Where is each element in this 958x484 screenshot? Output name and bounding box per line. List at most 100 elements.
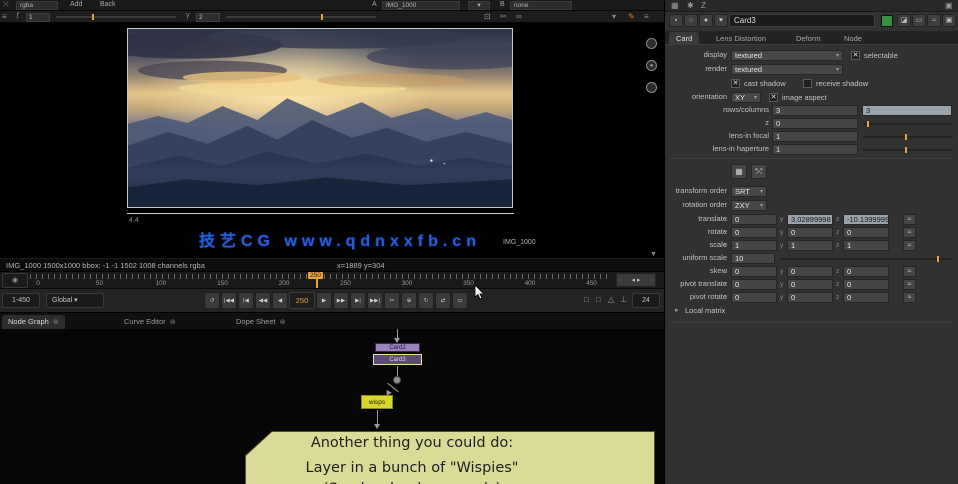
- lens-in-focal-field[interactable]: 1: [772, 131, 858, 142]
- tab-lens-distortion[interactable]: Lens Distortion: [709, 32, 773, 45]
- pivot-translate-animation-curve-icon[interactable]: ≈: [903, 279, 916, 290]
- playback-lock-icon[interactable]: △: [608, 295, 614, 304]
- transform-jack-icon[interactable]: ▦: [731, 164, 747, 179]
- translate-x-field[interactable]: 0: [731, 214, 777, 225]
- transport-button-fwd-8[interactable]: ▭: [452, 292, 468, 309]
- scale-z-field[interactable]: 1: [843, 240, 889, 251]
- skew-animation-curve-icon[interactable]: ≈: [903, 266, 916, 277]
- tab-dope-sheet[interactable]: Dope Sheet⊗: [230, 315, 292, 330]
- scale-y-field[interactable]: 1: [787, 240, 833, 251]
- gain-value-field[interactable]: 1: [26, 13, 50, 22]
- transform-axis-icon[interactable]: ⤲: [751, 164, 767, 179]
- node-center-button[interactable]: ♥: [714, 14, 728, 27]
- stereo-right-icon[interactable]: □: [596, 295, 601, 304]
- node-float-icon[interactable]: ▣: [942, 14, 956, 27]
- transport-button-fwd-3[interactable]: ▶▶|: [367, 292, 383, 309]
- rows-field[interactable]: 3: [772, 105, 858, 116]
- menu-icon[interactable]: ≡: [2, 12, 7, 21]
- tab-close-icon[interactable]: ⊗: [280, 319, 286, 326]
- pivot-rotate-y-field[interactable]: 0: [787, 292, 833, 303]
- layer-dropdown[interactable]: rgba: [16, 1, 58, 10]
- transport-button-fwd-2[interactable]: ▶|: [350, 292, 366, 309]
- b-input-dropdown[interactable]: none: [510, 1, 572, 10]
- rotate-x-field[interactable]: 0: [731, 227, 777, 238]
- orientation-dropdown[interactable]: XY▾: [731, 92, 761, 103]
- chevron-down-icon[interactable]: ▾: [612, 12, 616, 21]
- wipe-icon[interactable]: ✂: [500, 12, 507, 21]
- range-mode-dropdown[interactable]: Global ▾: [46, 293, 104, 308]
- node-dot[interactable]: [393, 376, 401, 384]
- transport-button-fwd-6[interactable]: ↻: [418, 292, 434, 309]
- tab-deform[interactable]: Deform: [789, 32, 828, 45]
- viewer-gain-wheel-icon[interactable]: [646, 38, 657, 49]
- columns-field[interactable]: 3: [862, 105, 952, 116]
- node-bypass-button[interactable]: ○: [684, 14, 698, 27]
- translate-y-field[interactable]: 3.02899998: [787, 214, 833, 225]
- proxy-icon[interactable]: ∞: [516, 12, 522, 21]
- receive-shadow-checkbox[interactable]: [803, 79, 812, 88]
- gain-slider[interactable]: [56, 16, 176, 18]
- transport-button-fwd-7[interactable]: ⇄: [435, 292, 451, 309]
- node-card2[interactable]: Card2: [375, 343, 420, 352]
- properties-grid-icon[interactable]: ▦: [671, 1, 679, 10]
- pivot-rotate-animation-curve-icon[interactable]: ≈: [903, 292, 916, 303]
- cast-shadow-checkbox[interactable]: ✕: [731, 79, 740, 88]
- sticky-note[interactable]: Another thing you could do: Layer in a b…: [245, 431, 655, 484]
- z-slider[interactable]: [863, 123, 953, 125]
- render-dropdown[interactable]: textured▾: [731, 64, 843, 75]
- tab-close-icon[interactable]: ⊗: [170, 319, 176, 326]
- node-color-picker-icon[interactable]: ◪: [897, 14, 911, 27]
- skew-y-field[interactable]: 0: [787, 266, 833, 277]
- timeline-left-box[interactable]: ◉: [2, 273, 28, 288]
- scroll-down-icon[interactable]: ▼: [650, 251, 657, 258]
- transport-button-fwd-4[interactable]: ✂: [384, 292, 400, 309]
- tab-node[interactable]: Node: [837, 32, 869, 45]
- rotate-z-field[interactable]: 0: [843, 227, 889, 238]
- menu-item-add[interactable]: Add: [70, 1, 82, 8]
- node-wisps[interactable]: wisps: [361, 395, 393, 409]
- menu-item-back[interactable]: Back: [100, 1, 116, 8]
- transform-order-dropdown[interactable]: SRT▾: [731, 186, 767, 197]
- rotate-animation-curve-icon[interactable]: ≈: [903, 227, 916, 238]
- tab-node-graph[interactable]: Node Graph⊗: [2, 315, 65, 330]
- lens-in-haperture-slider[interactable]: [863, 149, 953, 151]
- tab-card[interactable]: Card: [669, 32, 699, 45]
- uniform-scale-slider[interactable]: [781, 258, 953, 260]
- gamma-value-field[interactable]: 2: [196, 13, 220, 22]
- pivot-rotate-x-field[interactable]: 0: [731, 292, 777, 303]
- bottom-align-icon[interactable]: ⊥: [620, 295, 627, 304]
- scale-animation-curve-icon[interactable]: ≈: [903, 240, 916, 251]
- pivot-rotate-z-field[interactable]: 0: [843, 292, 889, 303]
- skew-x-field[interactable]: 0: [731, 266, 777, 277]
- a-input-dropdown[interactable]: IMG_1000: [382, 1, 460, 10]
- image-aspect-checkbox[interactable]: ✕: [769, 93, 778, 102]
- lens-in-focal-slider[interactable]: [863, 136, 953, 138]
- scale-x-field[interactable]: 1: [731, 240, 777, 251]
- translate-animation-curve-icon[interactable]: ≈: [903, 214, 916, 225]
- ab-blend-dropdown[interactable]: ▾: [468, 1, 490, 10]
- transport-button-back-0[interactable]: ↺: [204, 292, 220, 309]
- rotation-order-dropdown[interactable]: ZXY▾: [731, 200, 767, 211]
- transport-button-back-1[interactable]: |◀◀: [221, 292, 237, 309]
- node-minimize-button[interactable]: ▪: [669, 14, 683, 27]
- translate-z-field[interactable]: -10.1399999: [843, 214, 889, 225]
- skew-z-field[interactable]: 0: [843, 266, 889, 277]
- tab-curve-editor[interactable]: Curve Editor⊗: [118, 315, 182, 330]
- viewer-canvas[interactable]: 4.4 IMG_1000 技艺CG www.qdnxxfb.cn ● ▼: [0, 23, 664, 258]
- transport-button-back-2[interactable]: |◀: [238, 292, 254, 309]
- fps-field[interactable]: 24: [632, 293, 660, 308]
- node-card3-selected[interactable]: Card3: [373, 354, 422, 365]
- tab-close-icon[interactable]: ⊗: [53, 319, 59, 326]
- properties-zoom-icon[interactable]: Z: [701, 1, 706, 10]
- pivot-translate-x-field[interactable]: 0: [731, 279, 777, 290]
- node-revert-icon[interactable]: ≈: [927, 14, 941, 27]
- gamma-slider[interactable]: [226, 16, 376, 18]
- rotate-y-field[interactable]: 0: [787, 227, 833, 238]
- uniform-scale-field[interactable]: 10: [731, 253, 775, 264]
- panel-menu-icon[interactable]: ▣: [945, 1, 953, 10]
- current-frame-display[interactable]: 250: [289, 292, 315, 309]
- node-color-swatch[interactable]: [881, 15, 893, 27]
- stereo-left-icon[interactable]: □: [584, 295, 589, 304]
- transport-button-back-3[interactable]: ◀◀: [255, 292, 271, 309]
- transport-button-fwd-1[interactable]: ▶▶: [333, 292, 349, 309]
